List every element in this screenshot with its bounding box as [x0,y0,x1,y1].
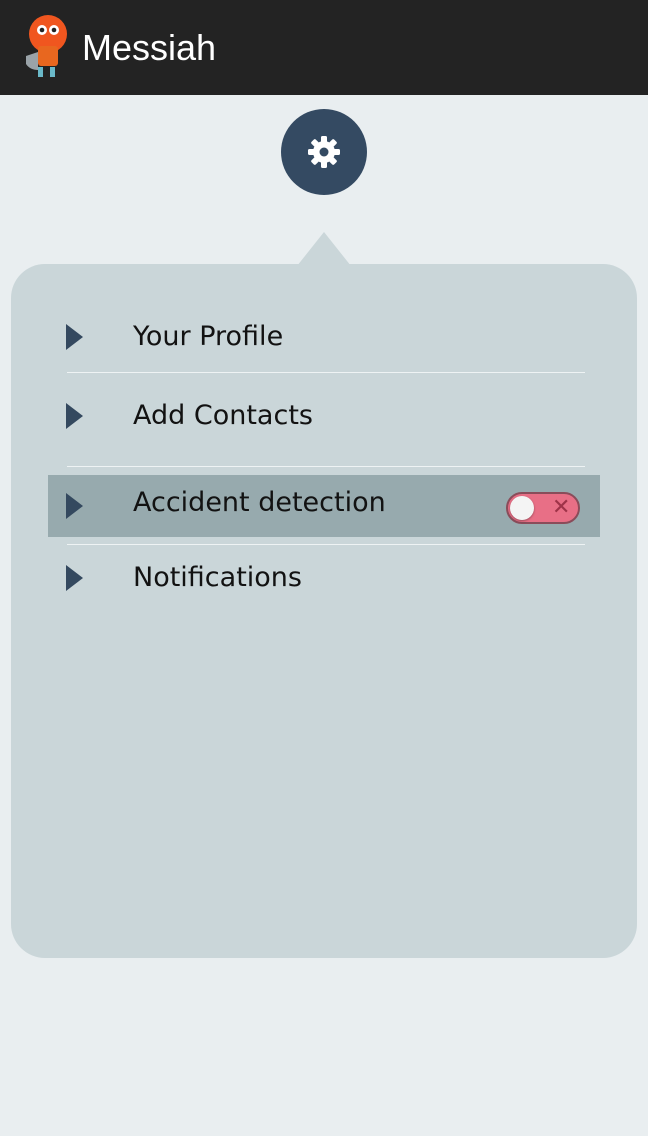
menu-item-label: Your Profile [133,321,284,352]
menu-item-label: Accident detection [133,487,386,518]
divider [67,466,585,467]
toggle-knob [510,496,534,520]
messiah-mascot-logo-icon [26,15,67,77]
divider [67,544,585,545]
caret-right-icon [66,403,83,429]
app-bar: Messiah [0,0,648,95]
panel-pointer [297,232,351,266]
app-title: Messiah [82,27,217,68]
gear-icon [308,136,340,168]
settings-gear-button[interactable] [281,109,367,195]
accident-detection-toggle[interactable]: ✕ [506,492,580,524]
settings-panel [11,264,637,958]
caret-right-icon [66,324,83,350]
menu-item-add-contacts[interactable]: Add Contacts [48,385,600,447]
menu-item-your-profile[interactable]: Your Profile [48,306,600,368]
divider [67,372,585,373]
menu-item-label: Notifications [133,562,302,593]
menu-item-notifications[interactable]: Notifications [48,547,600,609]
menu-item-accident-detection[interactable]: Accident detection ✕ [48,475,600,537]
menu-item-label: Add Contacts [133,400,313,431]
caret-right-icon [66,565,83,591]
close-icon: ✕ [552,495,571,520]
caret-right-icon [66,493,83,519]
